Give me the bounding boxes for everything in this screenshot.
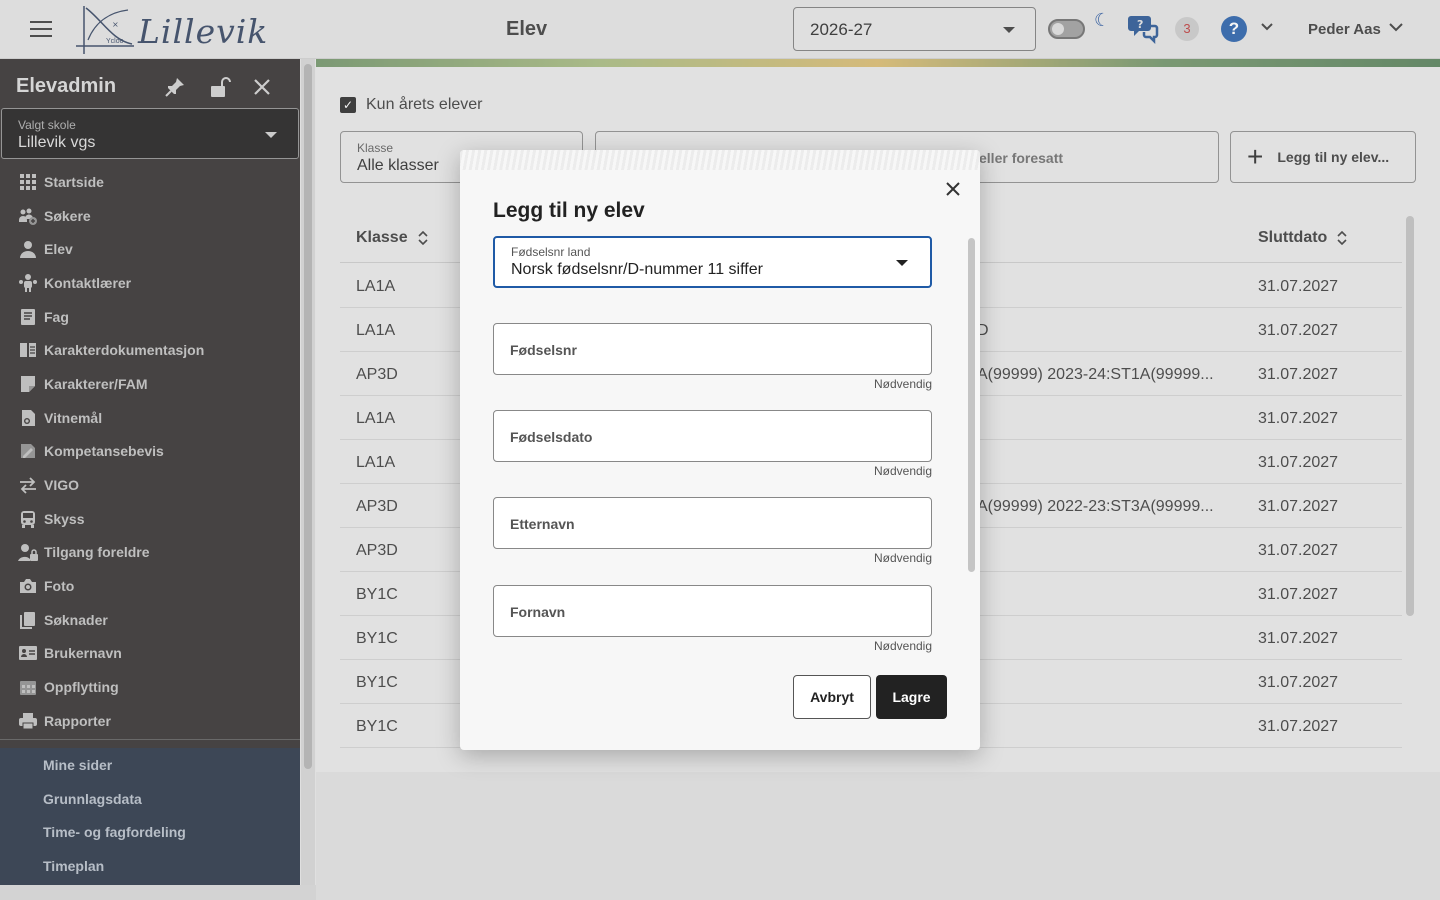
close-icon[interactable] (944, 180, 962, 198)
required-helper: Nødvendig (873, 551, 932, 565)
birth-number-field[interactable]: Fødselsnr (493, 323, 932, 375)
field-label: Fødselsdato (510, 429, 593, 445)
dialog-scrollbar-thumb[interactable] (968, 238, 975, 572)
dialog-body: Fødselsnr land Norsk fødselsnr/D-nummer … (493, 236, 932, 656)
dialog-title: Legg til ny elev (493, 199, 645, 222)
birth-number-country-select[interactable]: Fødselsnr land Norsk fødselsnr/D-nummer … (493, 236, 932, 288)
first-name-field[interactable]: Fornavn (493, 585, 932, 637)
field-label: Fornavn (510, 604, 566, 620)
country-select-value: Norsk fødselsnr/D-nummer 11 siffer (511, 261, 763, 278)
cancel-button[interactable]: Avbryt (793, 675, 871, 719)
field-label: Fødselsnr (510, 342, 577, 358)
dialog-header-band (460, 150, 980, 170)
country-select-label: Fødselsnr land (511, 245, 591, 259)
birth-date-field[interactable]: Fødselsdato (493, 410, 932, 462)
last-name-field[interactable]: Etternavn (493, 497, 932, 549)
caret-down-icon (896, 260, 908, 266)
required-helper: Nødvendig (873, 377, 932, 391)
required-helper: Nødvendig (873, 639, 932, 653)
field-label: Etternavn (510, 516, 575, 532)
add-student-dialog: Legg til ny elev Fødselsnr land Norsk fø… (460, 150, 980, 750)
required-helper: Nødvendig (873, 464, 932, 478)
save-button[interactable]: Lagre (876, 675, 947, 719)
